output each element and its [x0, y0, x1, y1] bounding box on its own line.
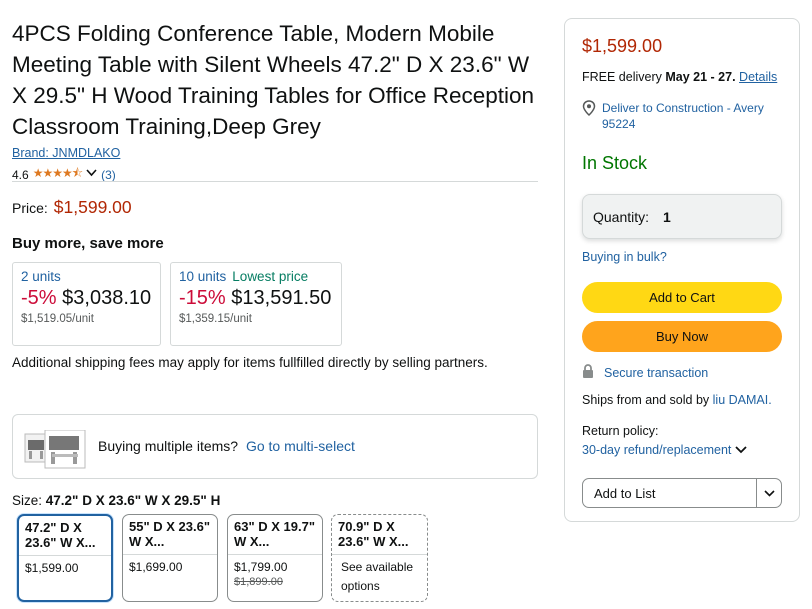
quantity-label: Quantity: [593, 208, 650, 225]
size-option-name: 63" D X 19.7" W X... [234, 519, 315, 549]
divider [19, 555, 111, 556]
tier-price: $3,038.10 [62, 287, 152, 309]
add-to-list-button[interactable]: Add to List [582, 478, 782, 508]
size-option-47[interactable]: 47.2" D X 23.6" W X... $1,599.00 [17, 514, 113, 602]
size-option-55[interactable]: 55" D X 23.6" W X... $1,699.00 [122, 514, 218, 602]
size-option-price: $1,599.00 [25, 561, 79, 575]
chevron-down-icon [735, 443, 748, 457]
price-value: $1,599.00 [53, 197, 132, 217]
rating-value: 4.6 [12, 167, 29, 182]
review-count-link[interactable]: (3) [101, 168, 116, 182]
divider [332, 554, 427, 555]
lowest-price-badge: Lowest price [232, 269, 309, 284]
size-option-old-price: $1,899.00 [234, 576, 283, 588]
brand-link[interactable]: Brand: JNMDLAKO [12, 146, 120, 160]
size-option-63[interactable]: 63" D X 19.7" W X... $1,799.00 $1,899.00 [227, 514, 323, 602]
size-option-70[interactable]: 70.9" D X 23.6" W X... See available opt… [331, 514, 428, 602]
bulk-tier-10-units[interactable]: 10 units Lowest price -15% $13,591.50 $1,… [170, 262, 342, 346]
tier-discount: -5% [21, 287, 57, 309]
deliver-to-location[interactable]: Deliver to Construction - Avery 95224 [582, 100, 787, 132]
buying-in-bulk-link[interactable]: Buying in bulk? [582, 250, 667, 264]
lock-icon [582, 364, 594, 381]
secure-transaction[interactable]: Secure transaction [582, 364, 708, 381]
size-selected: 47.2" D X 23.6" W X 29.5" H [45, 493, 221, 508]
size-option-price: $1,699.00 [129, 560, 183, 574]
divider [12, 181, 538, 182]
divider [123, 554, 217, 555]
ships-from-label: Ships from and sold by [582, 393, 710, 407]
ships-from-row: Ships from and sold by liu DAMAI. [582, 393, 772, 407]
stock-status: In Stock [582, 153, 648, 173]
add-to-cart-button[interactable]: Add to Cart [582, 282, 782, 313]
size-option-name: 70.9" D X 23.6" W X... [338, 519, 409, 549]
product-title: 4PCS Folding Conference Table, Modern Mo… [12, 21, 535, 139]
delivery-info: FREE delivery May 21 - 27. Details [582, 70, 777, 84]
return-policy-text: 30-day refund/replacement [582, 443, 732, 457]
buybox-price: $1,599.00 [582, 36, 663, 56]
tier-units: 2 units [21, 269, 61, 284]
add-to-list-label: Add to List [594, 485, 656, 501]
quantity-value: 1 [663, 208, 671, 225]
bulk-tier-2-units[interactable]: 2 units -5% $3,038.10 $1,519.05/unit [12, 262, 161, 346]
divider [228, 554, 322, 555]
delivery-prefix: FREE delivery [582, 70, 662, 84]
size-label-row: Size: 47.2" D X 23.6" W X 29.5" H [12, 493, 220, 508]
add-to-list-dropdown[interactable] [756, 479, 781, 507]
buy-now-button[interactable]: Buy Now [582, 321, 782, 352]
tier-price: $13,591.50 [231, 287, 332, 309]
chevron-down-icon[interactable] [86, 169, 97, 180]
size-option-price: $1,799.00 [234, 560, 288, 574]
shipping-note: Additional shipping fees may apply for i… [12, 355, 488, 370]
quantity-select[interactable]: Quantity: 1 [582, 194, 782, 239]
multi-select-link[interactable]: Go to multi-select [246, 438, 355, 454]
tier-units: 10 units [179, 269, 227, 284]
return-policy-link[interactable]: 30-day refund/replacement [582, 443, 748, 457]
multi-select-text: Buying multiple items? [98, 438, 239, 454]
tier-discount: -15% [179, 287, 226, 309]
price-label: Price: [12, 200, 48, 216]
location-pin-icon [582, 100, 596, 132]
delivery-details-link[interactable]: Details [739, 70, 777, 84]
delivery-date: May 21 - 27. [665, 70, 736, 84]
price-row: Price: $1,599.00 [12, 197, 132, 218]
tier-unit-price: $1,359.15/unit [179, 313, 252, 325]
bulk-discount-heading: Buy more, save more [12, 235, 164, 252]
multi-select-row: Buying multiple items? Go to multi-selec… [98, 438, 355, 454]
size-option-see-options: See available options [341, 560, 414, 593]
size-option-name: 47.2" D X 23.6" W X... [25, 520, 96, 550]
size-label: Size: [12, 493, 43, 508]
multi-select-icon [24, 429, 86, 475]
return-policy-label: Return policy: [582, 424, 659, 438]
secure-transaction-label: Secure transaction [604, 365, 709, 380]
size-option-name: 55" D X 23.6" W X... [129, 519, 210, 549]
location-text: Deliver to Construction - Avery 95224 [602, 101, 764, 131]
seller-link[interactable]: liu DAMAI. [713, 393, 772, 407]
tier-unit-price: $1,519.05/unit [21, 313, 94, 325]
chevron-down-icon [763, 489, 775, 497]
